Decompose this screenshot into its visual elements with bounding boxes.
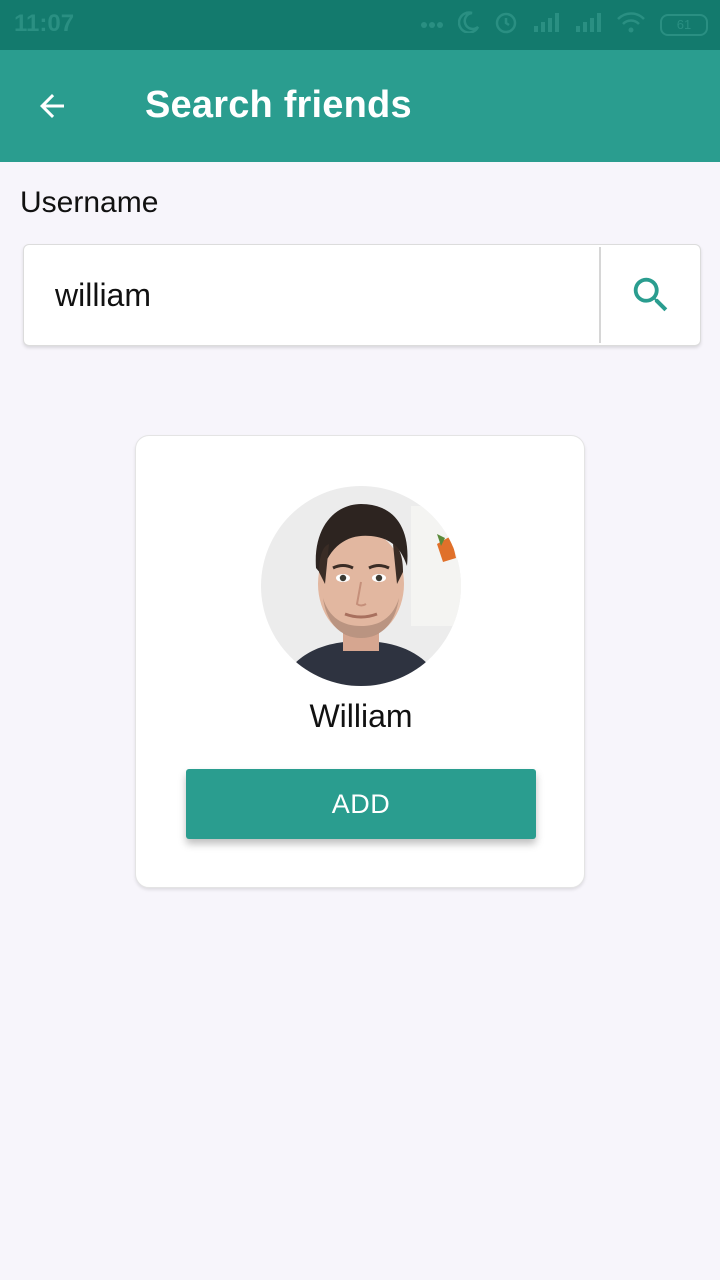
avatar: [261, 486, 461, 686]
friend-name: William: [309, 698, 413, 734]
status-time: 11:07: [14, 10, 75, 37]
add-friend-button[interactable]: ADD: [186, 769, 536, 839]
alarm-icon: [494, 10, 518, 39]
back-button[interactable]: [24, 78, 80, 134]
status-icons: 61: [420, 10, 708, 39]
page-title: Search friends: [145, 84, 412, 126]
more-icon: [420, 16, 444, 34]
search-box: [23, 244, 701, 346]
app-bar: Search friends: [0, 50, 720, 162]
username-input[interactable]: [24, 245, 599, 345]
friend-result-card: William ADD: [135, 435, 585, 888]
signal-icon: [574, 11, 602, 38]
battery-icon: 61: [660, 13, 708, 36]
arrow-back-icon: [40, 94, 64, 118]
username-label: Username: [20, 186, 159, 219]
signal-icon: [532, 11, 560, 38]
wifi-icon: [616, 11, 646, 38]
search-icon: [633, 277, 668, 312]
search-button[interactable]: [601, 245, 701, 345]
status-bar: 11:07 61: [0, 0, 720, 50]
moon-icon: [457, 11, 480, 38]
